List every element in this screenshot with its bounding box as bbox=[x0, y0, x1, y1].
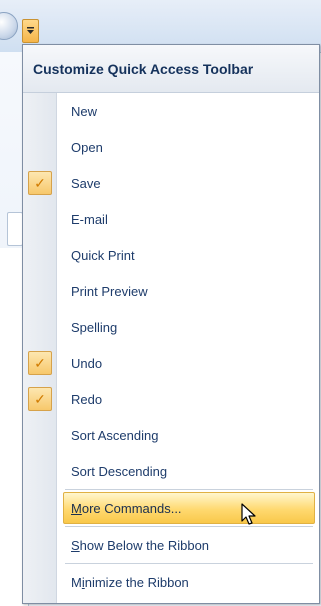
checkmark-icon: ✓ bbox=[28, 351, 52, 375]
menu-item-label: Print Preview bbox=[71, 283, 148, 299]
menu-item-sort-descending[interactable]: Sort Descending bbox=[23, 453, 319, 489]
menu-item-label: Spelling bbox=[71, 319, 118, 335]
menu-item-label: Quick Print bbox=[71, 247, 135, 263]
menu-item-spelling[interactable]: Spelling bbox=[23, 309, 319, 345]
menu-item-minimize-ribbon[interactable]: Minimize the Ribbon bbox=[23, 564, 319, 600]
customize-qat-button[interactable] bbox=[22, 19, 39, 43]
checkmark-icon: ✓ bbox=[28, 387, 52, 411]
menu-title: Customize Quick Access Toolbar bbox=[23, 45, 319, 93]
office-button[interactable] bbox=[0, 12, 18, 40]
menu-item-undo[interactable]: ✓ Undo bbox=[23, 345, 319, 381]
ribbon-control[interactable] bbox=[7, 212, 23, 246]
mouse-pointer-icon bbox=[241, 503, 256, 525]
menu-item-label: Save bbox=[71, 175, 101, 191]
checkmark-icon: ✓ bbox=[28, 171, 52, 195]
menu-item-sort-ascending[interactable]: Sort Ascending bbox=[23, 417, 319, 453]
menu-items: New Open ✓ Save E-mail Quick Print Print… bbox=[23, 93, 319, 600]
customize-qat-menu: Customize Quick Access Toolbar New Open … bbox=[22, 44, 320, 604]
menu-item-label: Undo bbox=[71, 355, 103, 371]
menu-item-email[interactable]: E-mail bbox=[23, 201, 319, 237]
menu-item-label: E-mail bbox=[71, 211, 108, 227]
menu-item-label: Open bbox=[71, 139, 103, 155]
menu-item-label: Sort Descending bbox=[71, 463, 168, 479]
menu-item-label: More Commands... bbox=[71, 500, 182, 516]
menu-item-save[interactable]: ✓ Save bbox=[23, 165, 319, 201]
menu-item-redo[interactable]: ✓ Redo bbox=[23, 381, 319, 417]
menu-item-label: Sort Ascending bbox=[71, 427, 159, 443]
menu-item-open[interactable]: Open bbox=[23, 129, 319, 165]
menu-item-label: Show Below the Ribbon bbox=[71, 537, 210, 553]
menu-item-more-commands[interactable]: More Commands... bbox=[23, 490, 319, 526]
menu-item-print-preview[interactable]: Print Preview bbox=[23, 273, 319, 309]
menu-item-show-below-ribbon[interactable]: Show Below the Ribbon bbox=[23, 527, 319, 563]
chevron-down-icon bbox=[27, 27, 34, 34]
menu-item-label: Minimize the Ribbon bbox=[71, 574, 189, 590]
menu-item-label: New bbox=[71, 103, 98, 119]
menu-item-new[interactable]: New bbox=[23, 93, 319, 129]
menu-item-quick-print[interactable]: Quick Print bbox=[23, 237, 319, 273]
menu-item-label: Redo bbox=[71, 391, 103, 407]
